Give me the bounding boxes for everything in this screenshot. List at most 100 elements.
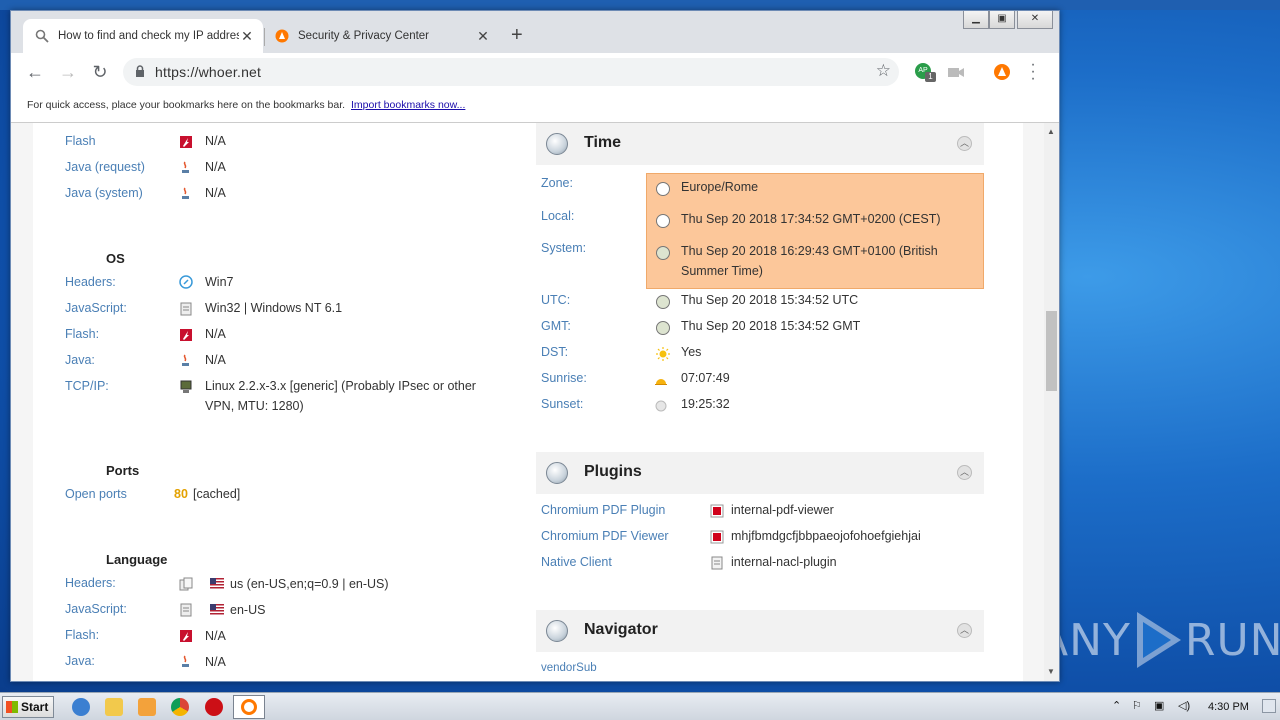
scroll-up-icon[interactable]: ▲ [1047, 127, 1055, 136]
import-bookmarks-link[interactable]: Import bookmarks now... [351, 99, 465, 111]
sunrise-label: Sunrise: [541, 371, 587, 385]
system-value-line1: Thu Sep 20 2018 16:29:43 GMT+0100 (Briti… [681, 244, 938, 258]
dst-label: DST: [541, 345, 569, 359]
bookmarks-bar: For quick access, place your bookmarks h… [11, 91, 1059, 123]
os-javascript-label: JavaScript: [65, 301, 127, 315]
document-icon [711, 556, 723, 570]
active-chrome-task[interactable] [233, 695, 265, 719]
network-tray-icon[interactable]: ▣ [1154, 699, 1164, 712]
start-button[interactable]: Start [2, 696, 54, 718]
java-icon [182, 187, 189, 199]
navigator-panel-header[interactable]: Navigator ︿ [536, 610, 984, 652]
sun-icon [656, 347, 670, 361]
clock-icon [656, 182, 670, 196]
tab-separator [264, 28, 265, 46]
flash-value: N/A [205, 134, 226, 148]
collapse-icon[interactable]: ︿ [957, 136, 972, 151]
minimize-button[interactable]: ▁ [963, 11, 989, 29]
compass-icon [179, 275, 193, 289]
watermark-right: RUN [1184, 614, 1280, 666]
globe-icon [656, 321, 670, 335]
script-icon [180, 603, 192, 617]
opera-icon[interactable] [205, 698, 223, 716]
camera-icon[interactable] [947, 63, 965, 81]
time-panel-header[interactable]: Time ︿ [536, 123, 984, 165]
show-desktop-button[interactable] [1262, 699, 1276, 713]
sunset-label: Sunset: [541, 397, 584, 411]
maximize-button[interactable]: ▣ [989, 11, 1015, 29]
os-tcpip-value-line2: VPN, MTU: 1280) [205, 399, 304, 413]
clock[interactable]: 4:30 PM [1208, 701, 1249, 713]
java-icon [182, 354, 189, 366]
script-icon [180, 302, 192, 316]
sunrise-icon [655, 379, 667, 385]
search-icon [35, 29, 49, 43]
java-request-label: Java (request) [65, 160, 145, 174]
volume-icon[interactable]: ◁) [1178, 699, 1190, 712]
close-tab-icon[interactable]: ✕ [239, 28, 255, 45]
address-bar[interactable]: https://whoer.net ☆ [123, 58, 899, 86]
headers-icon [179, 577, 193, 591]
tab-title: Security & Privacy Center [298, 30, 430, 42]
taskbar: Start ⌃ ⚐ ▣ ◁) 4:30 PM [0, 692, 1280, 720]
ie-icon[interactable] [72, 698, 90, 716]
lang-javascript-label: JavaScript: [65, 602, 127, 616]
back-icon[interactable]: ← [25, 62, 45, 82]
desktop-top-strip [0, 0, 1280, 10]
tab-whoer[interactable]: How to find and check my IP address ✕ [23, 19, 263, 53]
flash-icon [180, 630, 192, 642]
os-tcpip-value-line1: Linux 2.2.x-3.x [generic] (Probably IPse… [205, 379, 476, 393]
chrome-icon[interactable] [171, 698, 189, 716]
us-flag-icon [210, 578, 224, 589]
plugins-panel-header[interactable]: Plugins ︿ [536, 452, 984, 494]
browser-window: How to find and check my IP address ✕ Se… [10, 10, 1060, 682]
url-text: https://whoer.net [155, 64, 262, 80]
gmt-value: Thu Sep 20 2018 15:34:52 GMT [681, 319, 861, 333]
pdf-icon [710, 530, 724, 544]
reload-icon[interactable]: ↻ [90, 62, 110, 82]
page-scrollbar[interactable]: ▲ ▼ [1044, 123, 1059, 681]
time-panel-title: Time [584, 134, 622, 151]
close-window-button[interactable]: ✕ [1017, 11, 1053, 29]
os-tcpip-label: TCP/IP: [65, 379, 109, 393]
flash-icon [180, 136, 192, 148]
lang-headers-label: Headers: [65, 576, 116, 590]
new-tab-button[interactable]: + [511, 25, 523, 45]
explorer-icon[interactable] [105, 698, 123, 716]
navigator-panel-title: Navigator [584, 621, 658, 638]
os-headers-value: Win7 [205, 275, 234, 289]
media-player-icon[interactable] [138, 698, 156, 716]
plugins-icon [546, 462, 568, 484]
open-port-note: [cached] [193, 487, 241, 501]
tab-title: How to find and check my IP address [58, 30, 239, 42]
collapse-icon[interactable]: ︿ [957, 623, 972, 638]
plugin-value: internal-nacl-plugin [731, 555, 837, 569]
tab-avast[interactable]: Security & Privacy Center ✕ [267, 19, 499, 53]
java-icon [182, 655, 189, 667]
globe-icon [656, 246, 670, 260]
gmt-label: GMT: [541, 319, 571, 333]
navigator-icon [546, 620, 568, 642]
scroll-down-icon[interactable]: ▼ [1047, 667, 1055, 676]
scrollbar-thumb[interactable] [1046, 311, 1057, 391]
system-value-line2: Summer Time) [681, 264, 763, 278]
open-ports-label: Open ports [65, 487, 127, 501]
show-hidden-icons-icon[interactable]: ⌃ [1112, 699, 1121, 712]
java-system-value: N/A [205, 186, 226, 200]
chrome-window-icon [241, 699, 257, 715]
menu-icon[interactable]: · · · [1029, 57, 1037, 87]
plugin-label: Native Client [541, 555, 612, 569]
flag-icon[interactable]: ⚐ [1132, 699, 1142, 712]
profile-badge: 1 [925, 72, 936, 82]
lang-flash-label: Flash: [65, 628, 100, 642]
vendorsub-label: vendorSub [541, 662, 597, 674]
lang-java-value: N/A [205, 655, 226, 669]
close-tab-icon[interactable]: ✕ [475, 28, 491, 45]
lang-flash-value: N/A [205, 629, 226, 643]
avast-extension-icon[interactable] [993, 63, 1011, 81]
collapse-icon[interactable]: ︿ [957, 465, 972, 480]
forward-icon[interactable]: → [58, 62, 78, 82]
bookmark-star-icon[interactable]: ☆ [876, 61, 891, 81]
profile-avatar[interactable]: AP 1 [915, 63, 936, 82]
os-java-value: N/A [205, 353, 226, 367]
